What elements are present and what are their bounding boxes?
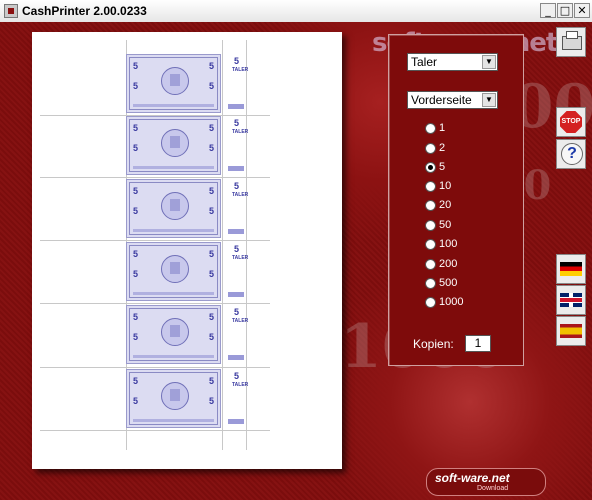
- banknote-stub: 5 TALER: [228, 54, 248, 113]
- cut-guide: [40, 240, 270, 241]
- chevron-down-icon[interactable]: ▼: [482, 55, 496, 69]
- help-button[interactable]: ?: [556, 139, 586, 169]
- banknote-stub: 5 TALER: [228, 305, 248, 364]
- options-panel: [388, 34, 524, 366]
- cut-guide: [222, 40, 223, 450]
- banknote-emblem: [161, 192, 189, 220]
- cut-guide: [40, 303, 270, 304]
- window-title: CashPrinter 2.00.0233: [22, 4, 147, 18]
- language-spanish-button[interactable]: [556, 316, 586, 346]
- cut-guide: [40, 177, 270, 178]
- banknote-emblem: [161, 255, 189, 283]
- side-select[interactable]: Vorderseite ▼: [407, 91, 498, 109]
- banknote-stub: 5 TALER: [228, 179, 248, 238]
- copies-label: Kopien:: [413, 337, 454, 351]
- app-icon[interactable]: [4, 4, 18, 18]
- german-flag-icon: [560, 262, 582, 276]
- spanish-flag-icon: [560, 324, 582, 338]
- print-button[interactable]: [556, 27, 586, 57]
- cut-guide: [40, 367, 270, 368]
- banknote-stub: 5 TALER: [228, 369, 248, 428]
- language-english-button[interactable]: [556, 285, 586, 315]
- title-bar: CashPrinter 2.00.0233 _ □ ✕: [0, 0, 592, 23]
- chevron-down-icon[interactable]: ▼: [482, 93, 496, 107]
- close-button[interactable]: ✕: [574, 3, 590, 18]
- language-german-button[interactable]: [556, 254, 586, 284]
- banknote: 5555: [126, 305, 221, 364]
- stop-button[interactable]: STOP: [556, 107, 586, 137]
- banknote-emblem: [161, 129, 189, 157]
- uk-flag-icon: [560, 293, 582, 307]
- printer-icon: [562, 31, 582, 50]
- banknote-stub: 5 TALER: [228, 116, 248, 175]
- maximize-button[interactable]: □: [557, 3, 573, 18]
- help-icon: ?: [561, 143, 583, 165]
- banknote-emblem: [161, 318, 189, 346]
- banknote-emblem: [161, 382, 189, 410]
- banknote: 5555: [126, 54, 221, 113]
- banknote: 5555: [126, 116, 221, 175]
- banknote-emblem: [161, 67, 189, 95]
- banknote: 5555: [126, 242, 221, 301]
- banknote: 5555: [126, 369, 221, 428]
- minimize-button[interactable]: _: [540, 3, 556, 18]
- softwarenet-logo: soft-ware.net Download: [426, 468, 546, 496]
- currency-select[interactable]: Taler ▼: [407, 53, 498, 71]
- banknote-stub: 5 TALER: [228, 242, 248, 301]
- cut-guide: [40, 430, 270, 431]
- banknote: 5555: [126, 179, 221, 238]
- copies-input[interactable]: 1: [465, 335, 491, 352]
- cut-guide: [246, 40, 247, 450]
